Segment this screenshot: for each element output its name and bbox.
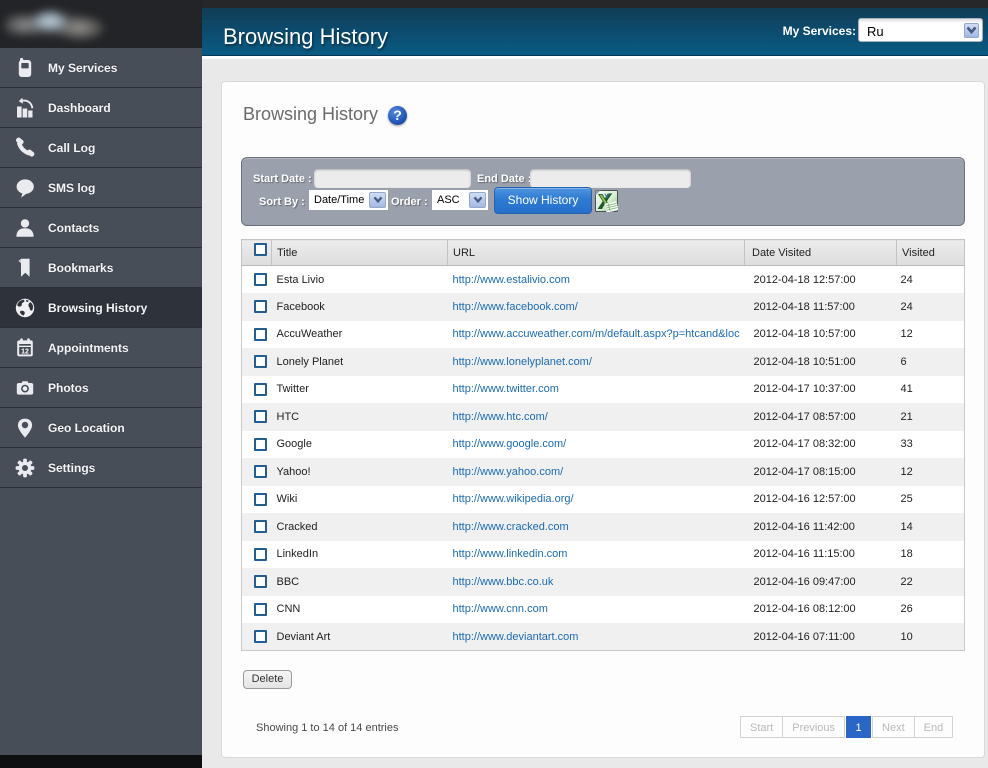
svg-text:12: 12: [21, 348, 29, 355]
